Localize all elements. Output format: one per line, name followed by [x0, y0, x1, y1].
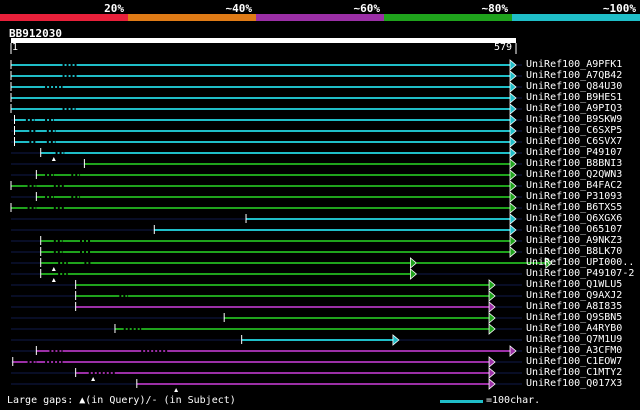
hit-end-arrow — [509, 213, 517, 225]
hit-label-link[interactable]: UniRef100_Q6XGX6 — [526, 213, 622, 224]
hit-label-link[interactable]: UniRef100_Q9AXJ2 — [526, 290, 622, 301]
hit-label-link[interactable]: UniRef100_A9PIQ3 — [526, 103, 622, 114]
query-gap-marker-icon — [51, 157, 56, 161]
color-scale-label: ~40% — [225, 2, 253, 15]
hit-end-arrow — [488, 378, 496, 390]
hit-end-arrow — [488, 312, 496, 324]
hit-end-arrow — [488, 279, 496, 291]
hit-label-link[interactable]: UniRef100_B8LK70 — [526, 246, 622, 257]
hit-label-link[interactable]: UniRef100_A9PFK1 — [526, 59, 622, 70]
hit-end-arrow — [509, 224, 517, 236]
hit-end-arrow — [509, 81, 517, 93]
hit-end-arrow — [509, 59, 517, 71]
hit-label-link[interactable]: UniRef100_B9SKW9 — [526, 114, 622, 125]
large-gaps-legend: Large gaps: ▲(in Query)/- (in Subject) — [7, 395, 236, 406]
hit-end-arrow — [488, 290, 496, 302]
color-scale-segment — [128, 14, 256, 21]
color-scale-label: ~100% — [602, 2, 636, 15]
hit-label-link[interactable]: UniRef100_Q1WLU5 — [526, 279, 622, 290]
scale-bar-icon — [440, 400, 483, 403]
hit-label-link[interactable]: UniRef100_A9NKZ3 — [526, 235, 622, 246]
hit-end-arrow — [509, 180, 517, 192]
query-gap-marker-icon — [91, 377, 96, 381]
hit-label-link[interactable]: UniRef100_A4RYB0 — [526, 323, 622, 334]
hit-end-arrow — [509, 70, 517, 82]
hit-label-link[interactable]: UniRef100_Q7M1U9 — [526, 334, 622, 345]
hit-label-link[interactable]: UniRef100_Q017X3 — [526, 378, 622, 389]
color-scale-segment — [256, 14, 384, 21]
hit-label-link[interactable]: UniRef100_P49107-2 — [526, 268, 634, 279]
scale-legend-text: =100char. — [486, 395, 541, 406]
hit-end-arrow — [509, 147, 517, 159]
hit-end-arrow — [509, 136, 517, 148]
color-scale-label: ~60% — [353, 2, 381, 15]
hit-label-link[interactable]: UniRef100_Q2QWN3 — [526, 169, 622, 180]
hit-label-link[interactable]: UniRef100_P49107 — [526, 147, 622, 158]
hit-label-link[interactable]: UniRef100_C6SVX7 — [526, 136, 622, 147]
hit-label-link[interactable]: UniRef100_B4FAC2 — [526, 180, 622, 191]
hit-end-arrow — [509, 235, 517, 247]
hit-end-arrow — [488, 301, 496, 313]
color-scale-label: ~80% — [481, 2, 509, 15]
hit-end-arrow — [488, 367, 496, 379]
hit-end-arrow — [488, 356, 496, 368]
hit-label-link[interactable]: UniRef100_B6TXS5 — [526, 202, 622, 213]
hit-end-arrow — [488, 323, 496, 335]
hit-label-link[interactable]: UniRef100_A7QB42 — [526, 70, 622, 81]
hit-label-link[interactable]: UniRef100_C6SXP5 — [526, 125, 622, 136]
query-gap-marker-icon — [51, 267, 56, 271]
hit-label-link[interactable]: UniRef100_B8BNI3 — [526, 158, 622, 169]
hit-label-link[interactable]: UniRef100_B9HES1 — [526, 92, 622, 103]
hit-end-arrow — [509, 158, 517, 170]
query-bar — [11, 38, 516, 43]
color-scale-segment — [384, 14, 512, 21]
color-scale-segment — [0, 14, 128, 21]
hit-end-arrow — [409, 257, 418, 269]
hit-label-link[interactable]: UniRef100_Q84U30 — [526, 81, 622, 92]
color-scale-label: 20% — [104, 2, 124, 15]
hit-end-arrow — [509, 103, 517, 115]
hit-label-link[interactable]: UniRef100_A8I835 — [526, 301, 622, 312]
hit-end-arrow — [509, 114, 517, 126]
color-scale-segment — [512, 14, 640, 21]
query-start-label: 1 — [12, 42, 19, 53]
query-gap-marker-icon — [174, 388, 179, 392]
hit-end-arrow — [509, 92, 517, 104]
query-end-label: 579 — [494, 42, 513, 53]
hit-label-link[interactable]: UniRef100_P31093 — [526, 191, 622, 202]
hit-end-arrow — [509, 169, 517, 181]
hit-label-link[interactable]: UniRef100_C1MTY2 — [526, 367, 622, 378]
hit-end-arrow — [509, 125, 517, 137]
hit-label-link[interactable]: UniRef100_Q9SBN5 — [526, 312, 622, 323]
query-name: BB912030 — [9, 27, 62, 40]
hit-label-link[interactable]: UniRef100_A3CFM0 — [526, 345, 622, 356]
hit-end-arrow — [509, 202, 517, 214]
hit-end-arrow — [509, 345, 517, 357]
hit-label-link[interactable]: UniRef100_C1EOW7 — [526, 356, 622, 367]
hit-end-arrow — [409, 268, 418, 280]
hit-end-arrow — [509, 246, 517, 258]
hit-label-link[interactable]: UniRef100_UPI000.. — [526, 257, 634, 268]
hit-end-arrow — [392, 334, 400, 346]
query-gap-marker-icon — [51, 278, 56, 282]
blast-alignment-overview: 20% ~40% ~60% ~80% ~100% BB912030 1 579 UniR… — [0, 0, 640, 410]
hit-label-link[interactable]: UniRef100_O65107 — [526, 224, 622, 235]
hit-end-arrow — [509, 191, 517, 203]
